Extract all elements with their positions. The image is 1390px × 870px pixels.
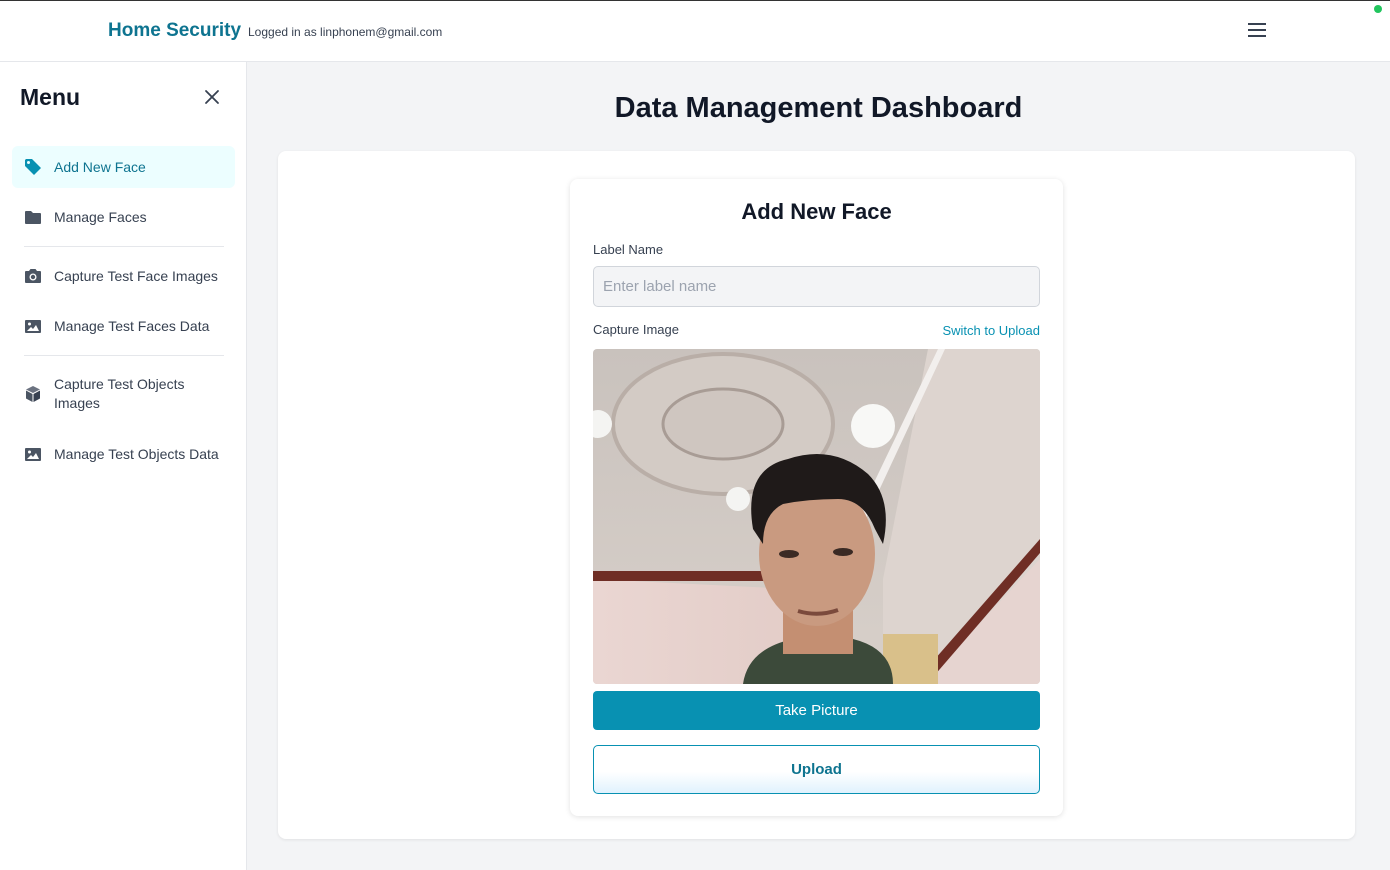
- camera-preview: [593, 349, 1040, 684]
- sidebar-item-manage-test-objects-data[interactable]: Manage Test Objects Data: [12, 433, 235, 475]
- sidebar-divider: [24, 355, 224, 356]
- main-content: Data Management Dashboard Add New Face L…: [247, 62, 1390, 870]
- form-title: Add New Face: [741, 199, 892, 224]
- menu-title: Menu: [20, 84, 81, 110]
- close-icon[interactable]: [202, 87, 222, 107]
- take-picture-button[interactable]: Take Picture: [593, 691, 1040, 730]
- capture-image-label: Capture Image: [593, 322, 679, 337]
- label-name-input[interactable]: [593, 266, 1040, 307]
- camera-icon: [24, 267, 42, 285]
- brand-title[interactable]: Home Security: [108, 20, 241, 42]
- sidebar-item-manage-test-faces-data[interactable]: Manage Test Faces Data: [12, 305, 235, 347]
- sidebar-divider: [24, 246, 224, 247]
- image-icon: [24, 317, 42, 335]
- page-title: Data Management Dashboard: [614, 92, 1023, 124]
- add-face-form: Add New Face Label Name Capture Image Sw…: [570, 179, 1063, 816]
- hamburger-menu-icon[interactable]: [1248, 23, 1270, 41]
- logged-in-text: Logged in as linphonem@gmail.com: [248, 25, 443, 39]
- sidebar-item-label: Capture Test Face Images: [54, 267, 218, 284]
- sidebar-item-capture-test-face-images[interactable]: Capture Test Face Images: [12, 255, 235, 297]
- sidebar: Menu Add New Face Manage Faces Capture T…: [0, 62, 247, 870]
- tag-icon: [24, 158, 42, 176]
- top-bar: Home Security Logged in as linphonem@gma…: [0, 0, 1390, 62]
- label-name-label: Label Name: [593, 242, 664, 257]
- folder-icon: [24, 208, 42, 226]
- switch-to-upload-link[interactable]: Switch to Upload: [942, 323, 1040, 338]
- image-icon: [24, 445, 42, 463]
- dashboard-card: Add New Face Label Name Capture Image Sw…: [278, 151, 1355, 839]
- sidebar-item-manage-faces[interactable]: Manage Faces: [12, 196, 235, 238]
- cube-icon: [24, 385, 42, 403]
- sidebar-item-label: Manage Test Faces Data: [54, 317, 210, 334]
- sidebar-item-capture-test-objects-images[interactable]: Capture Test Objects Images: [12, 364, 235, 424]
- sidebar-item-label: Add New Face: [54, 158, 146, 175]
- sidebar-item-label: Manage Test Objects Data: [54, 445, 219, 462]
- sidebar-item-label: Capture Test Objects Images: [54, 376, 185, 411]
- upload-button[interactable]: Upload: [593, 745, 1040, 794]
- sidebar-item-label: Manage Faces: [54, 208, 147, 225]
- sidebar-item-add-new-face[interactable]: Add New Face: [12, 146, 235, 188]
- status-dot: [1374, 5, 1382, 13]
